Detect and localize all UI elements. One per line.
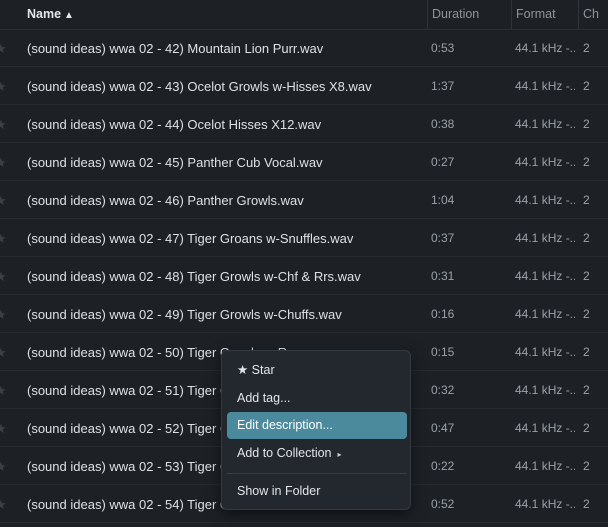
star-icon[interactable]: ★: [0, 106, 7, 143]
star-icon[interactable]: ★: [0, 410, 7, 447]
sort-ascending-icon: ▲: [64, 10, 74, 21]
channels-cell: 2: [583, 155, 590, 169]
format-cell: 44.1 kHz -...: [515, 345, 575, 359]
star-icon[interactable]: ★: [0, 220, 7, 257]
channels-cell: 2: [583, 345, 590, 359]
table-row[interactable]: ★ (sound ideas) wwa 02 - 48) Tiger Growls…: [0, 258, 608, 295]
duration-cell: 0:38: [431, 117, 455, 131]
menu-item-add-to-collection-label: Add to Collection: [237, 446, 332, 460]
format-cell: 44.1 kHz -...: [515, 193, 575, 207]
channels-cell: 2: [583, 41, 590, 55]
channels-cell: 2: [583, 383, 590, 397]
duration-cell: 0:37: [431, 231, 455, 245]
duration-cell: 0:22: [431, 459, 455, 473]
column-header-name-label: Name: [27, 7, 62, 21]
menu-separator: [227, 473, 407, 474]
channels-cell: 2: [583, 231, 590, 245]
menu-item-star[interactable]: ★ Star: [227, 357, 407, 384]
menu-item-show-in-folder[interactable]: Show in Folder: [227, 478, 407, 505]
format-cell: 44.1 kHz -...: [515, 155, 575, 169]
duration-cell: 0:16: [431, 307, 455, 321]
file-name-cell: (sound ideas) wwa 02 - 42) Mountain Lion…: [27, 41, 324, 56]
channels-cell: 2: [583, 117, 590, 131]
format-cell: 44.1 kHz -...: [515, 231, 575, 245]
file-name-cell: (sound ideas) wwa 02 - 45) Panther Cub V…: [27, 155, 323, 170]
star-icon[interactable]: ★: [0, 448, 7, 485]
duration-cell: 0:52: [431, 497, 455, 511]
duration-cell: 0:15: [431, 345, 455, 359]
duration-cell: 1:04: [431, 193, 455, 207]
table-row[interactable]: ★ (sound ideas) wwa 02 - 46) Panther Grow…: [0, 182, 608, 219]
format-cell: 44.1 kHz -...: [515, 421, 575, 435]
star-icon[interactable]: ★: [0, 68, 7, 105]
format-cell: 44.1 kHz -...: [515, 459, 575, 473]
file-name-cell: (sound ideas) wwa 02 - 46) Panther Growl…: [27, 193, 304, 208]
star-icon[interactable]: ★: [0, 182, 7, 219]
star-icon[interactable]: ★: [0, 258, 7, 295]
duration-cell: 0:47: [431, 421, 455, 435]
menu-item-edit-description[interactable]: Edit description...: [227, 412, 407, 439]
context-menu: ★ Star Add tag... Edit description... Ad…: [221, 350, 411, 510]
channels-cell: 2: [583, 307, 590, 321]
format-cell: 44.1 kHz -...: [515, 41, 575, 55]
channels-cell: 2: [583, 497, 590, 511]
duration-cell: 0:31: [431, 269, 455, 283]
duration-cell: 0:27: [431, 155, 455, 169]
star-icon[interactable]: ★: [0, 30, 7, 67]
file-name-cell: (sound ideas) wwa 02 - 44) Ocelot Hisses…: [27, 117, 322, 132]
submenu-arrow-icon: ▸: [337, 450, 342, 459]
table-row[interactable]: ★ (sound ideas) wwa 02 - 49) Tiger Growls…: [0, 296, 608, 333]
column-header-bar: Name ▲ Duration Format Ch: [0, 0, 608, 30]
format-cell: 44.1 kHz -...: [515, 307, 575, 321]
format-cell: 44.1 kHz -...: [515, 117, 575, 131]
file-name-cell: (sound ideas) wwa 02 - 43) Ocelot Growls…: [27, 79, 372, 94]
file-name-cell: (sound ideas) wwa 02 - 48) Tiger Growls …: [27, 269, 361, 284]
format-cell: 44.1 kHz -...: [515, 79, 575, 93]
duration-cell: 0:32: [431, 383, 455, 397]
duration-cell: 1:37: [431, 79, 455, 93]
table-row[interactable]: ★ (sound ideas) wwa 02 - 44) Ocelot Hisse…: [0, 106, 608, 143]
channels-cell: 2: [583, 269, 590, 283]
column-header-duration[interactable]: Duration: [427, 0, 511, 29]
star-icon[interactable]: ★: [0, 296, 7, 333]
format-cell: 44.1 kHz -...: [515, 269, 575, 283]
duration-cell: 0:53: [431, 41, 455, 55]
format-cell: 44.1 kHz -...: [515, 383, 575, 397]
format-cell: 44.1 kHz -...: [515, 497, 575, 511]
table-row[interactable]: ★ (sound ideas) wwa 02 - 42) Mountain Lio…: [0, 30, 608, 67]
menu-item-add-tag[interactable]: Add tag...: [227, 385, 407, 412]
table-row[interactable]: ★ (sound ideas) wwa 02 - 47) Tiger Groans…: [0, 220, 608, 257]
file-name-cell: (sound ideas) wwa 02 - 49) Tiger Growls …: [27, 307, 342, 322]
channels-cell: 2: [583, 79, 590, 93]
file-name-cell: (sound ideas) wwa 02 - 47) Tiger Groans …: [27, 231, 354, 246]
star-icon[interactable]: ★: [0, 486, 7, 523]
channels-cell: 2: [583, 421, 590, 435]
star-icon[interactable]: ★: [0, 144, 7, 181]
column-header-name[interactable]: Name ▲: [27, 0, 74, 29]
table-row[interactable]: ★ (sound ideas) wwa 02 - 45) Panther Cub …: [0, 144, 608, 181]
table-row[interactable]: ★ (sound ideas) wwa 02 - 43) Ocelot Growl…: [0, 68, 608, 105]
menu-item-add-to-collection[interactable]: Add to Collection ▸: [227, 440, 407, 467]
channels-cell: 2: [583, 193, 590, 207]
star-icon[interactable]: ★: [0, 372, 7, 409]
star-icon[interactable]: ★: [0, 334, 7, 371]
column-header-format[interactable]: Format: [511, 0, 578, 29]
channels-cell: 2: [583, 459, 590, 473]
column-header-channels[interactable]: Ch: [578, 0, 608, 29]
